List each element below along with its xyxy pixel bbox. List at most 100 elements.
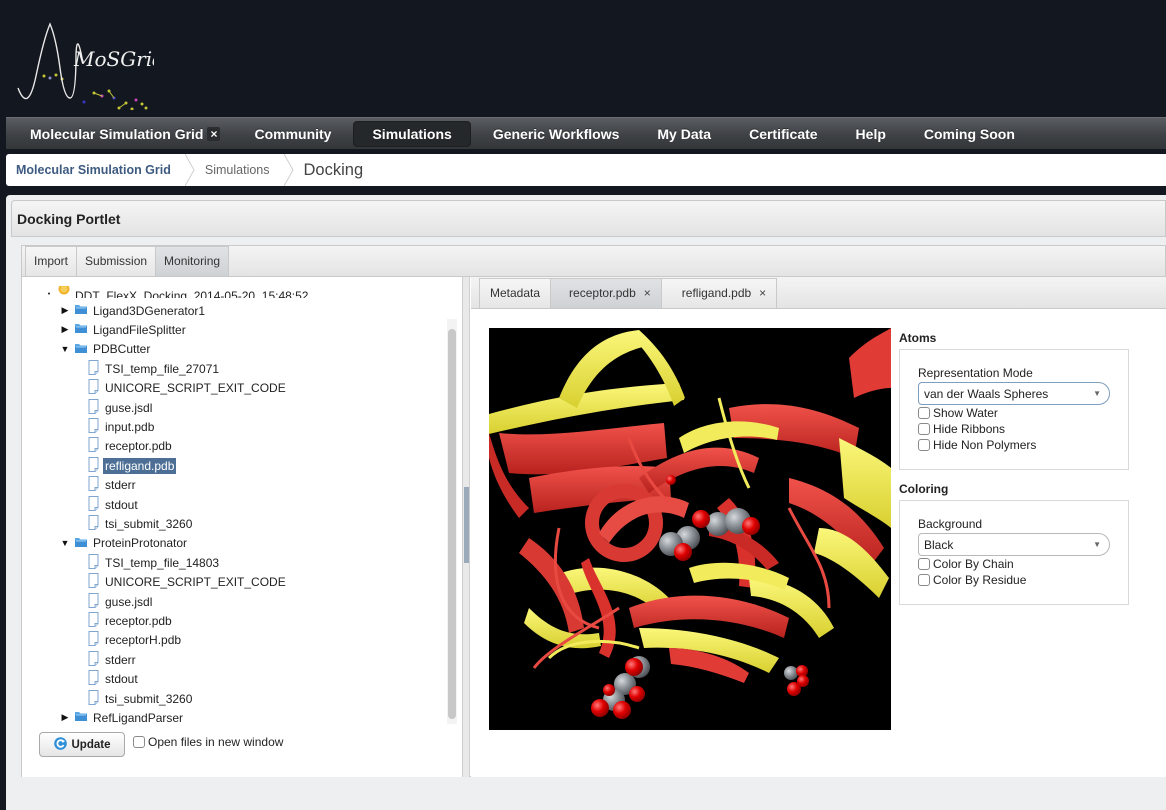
- portlet-title-text: Docking Portlet: [17, 210, 121, 227]
- nav-item-certificate[interactable]: Certificate: [737, 121, 829, 147]
- tree-file[interactable]: stdout: [88, 670, 140, 689]
- tree-scrollbar-thumb[interactable]: [448, 329, 456, 719]
- checkbox[interactable]: [133, 736, 145, 748]
- update-button-label: Update: [71, 738, 111, 751]
- tree-item-label: UNICORE_SCRIPT_EXIT_CODE: [105, 381, 286, 396]
- checkbox[interactable]: [918, 574, 930, 586]
- atoms-section-title: Atoms: [899, 331, 937, 345]
- tree-file[interactable]: UNICORE_SCRIPT_EXIT_CODE: [88, 379, 288, 398]
- tab-monitoring[interactable]: Monitoring: [156, 246, 230, 276]
- background-select[interactable]: Black ▼: [918, 533, 1110, 556]
- tree-scrollbar[interactable]: [447, 319, 457, 724]
- tree-file[interactable]: receptor.pdb: [88, 437, 174, 456]
- portlet-tab-strip: Import Submission Monitoring: [22, 246, 1165, 277]
- file-icon: [88, 670, 99, 688]
- tree-file[interactable]: receptor.pdb: [88, 611, 174, 630]
- checkbox[interactable]: [918, 558, 930, 570]
- tree-file[interactable]: tsi_submit_3260: [88, 514, 194, 533]
- nav-label: Certificate: [749, 125, 818, 142]
- tree-file[interactable]: input.pdb: [88, 417, 156, 436]
- expand-arrow-icon[interactable]: ▶: [60, 712, 70, 723]
- tree-item-label: tsi_submit_3260: [105, 516, 193, 531]
- file-icon: [88, 456, 99, 475]
- nav-item-help[interactable]: Help: [844, 121, 898, 147]
- tab-receptor-pdb[interactable]: receptor.pdb ×: [551, 278, 662, 308]
- file-icon: [88, 689, 99, 708]
- nav-item-molecular-simulation-grid[interactable]: Molecular Simulation Grid ×: [18, 121, 232, 147]
- tree-file[interactable]: stderr: [88, 476, 138, 495]
- nav-item-generic-workflows[interactable]: Generic Workflows: [481, 121, 632, 147]
- breadcrumb-current-label: Docking: [303, 160, 364, 179]
- tree-root-job[interactable]: • DDT_FlexX_Docking_2014-05-20_15:48:52: [44, 286, 310, 298]
- open-files-new-window-checkbox[interactable]: Open files in new window: [133, 735, 283, 749]
- tab-metadata[interactable]: Metadata: [479, 278, 552, 308]
- file-icon: [88, 495, 99, 514]
- breadcrumb-simulations[interactable]: Simulations: [195, 154, 284, 186]
- hide-ribbons-checkbox[interactable]: Hide Ribbons: [918, 421, 1128, 437]
- expanded-arrow-icon[interactable]: •: [44, 291, 54, 298]
- nav-item-community[interactable]: Community: [242, 121, 343, 147]
- folder-icon: [74, 303, 88, 318]
- tree-file[interactable]: guse.jsdl: [88, 398, 154, 417]
- tree-file[interactable]: TSI_temp_file_27071: [88, 359, 221, 378]
- breadcrumb-root-label: Molecular Simulation Grid: [16, 163, 171, 177]
- tree-file[interactable]: UNICORE_SCRIPT_EXIT_CODE: [88, 573, 288, 592]
- nav-item-simulations[interactable]: Simulations: [353, 120, 471, 147]
- tree-file[interactable]: TSI_temp_file_14803: [88, 553, 221, 572]
- color-by-chain-checkbox[interactable]: Color By Chain: [918, 556, 1128, 572]
- nav-label: Molecular Simulation Grid: [30, 125, 204, 142]
- tree-item-label-selected: refligand.pdb: [103, 457, 177, 474]
- nav-item-coming-soon[interactable]: Coming Soon: [912, 121, 1027, 147]
- breadcrumb-root[interactable]: Molecular Simulation Grid: [6, 154, 185, 186]
- tree-file[interactable]: refligand.pdb: [88, 456, 177, 475]
- expand-arrow-icon[interactable]: ▶: [60, 324, 70, 335]
- protein-render: [489, 328, 891, 719]
- folder-icon: [74, 342, 88, 357]
- tree-item-label: guse.jsdl: [105, 400, 153, 415]
- file-icon: [88, 379, 99, 397]
- checkbox[interactable]: [918, 407, 930, 419]
- file-viewer-panel: Metadata receptor.pdb × refligand.pdb ×: [471, 277, 1166, 777]
- tree-file[interactable]: stderr: [88, 650, 138, 669]
- update-button[interactable]: Update: [39, 732, 125, 757]
- tree-footer: Update Open files in new window: [39, 732, 283, 757]
- tab-submission[interactable]: Submission: [77, 246, 157, 276]
- nav-label: Simulations: [372, 125, 452, 142]
- show-water-checkbox[interactable]: Show Water: [918, 405, 1128, 421]
- tree-folder[interactable]: ▼ ProteinProtonator: [60, 534, 189, 553]
- tab-refligand-pdb[interactable]: refligand.pdb ×: [661, 278, 778, 308]
- expand-arrow-icon[interactable]: ▶: [60, 305, 70, 316]
- tree-file[interactable]: guse.jsdl: [88, 592, 154, 611]
- close-tab-icon[interactable]: ×: [644, 279, 651, 308]
- tree-folder[interactable]: ▶ RefLigandParser: [60, 708, 185, 727]
- hide-non-polymers-checkbox[interactable]: Hide Non Polymers: [918, 437, 1128, 453]
- checkbox[interactable]: [918, 423, 930, 435]
- tree-file[interactable]: stdout: [88, 495, 140, 514]
- tree-file[interactable]: receptorH.pdb: [88, 631, 183, 650]
- nav-item-my-data[interactable]: My Data: [645, 121, 723, 147]
- tab-import[interactable]: Import: [25, 246, 78, 276]
- splitter-grip[interactable]: [464, 487, 469, 563]
- collapse-arrow-icon[interactable]: ▼: [60, 538, 70, 548]
- representation-mode-select[interactable]: van der Waals Spheres ▼: [918, 382, 1110, 405]
- tree-folder[interactable]: ▶ LigandFileSplitter: [60, 320, 188, 339]
- tree-file[interactable]: tsi_submit_3260: [88, 689, 194, 708]
- mosgrid-logo[interactable]: MoSGrid: [14, 18, 165, 111]
- panel-splitter[interactable]: [462, 277, 470, 777]
- dropdown-caret-icon: ▼: [1093, 389, 1101, 398]
- collapse-arrow-icon[interactable]: ▼: [60, 344, 70, 354]
- color-by-residue-checkbox[interactable]: Color By Residue: [918, 572, 1128, 588]
- molecule-3d-canvas[interactable]: [489, 328, 891, 730]
- tree-item-label: receptor.pdb: [105, 613, 172, 628]
- checkbox[interactable]: [918, 439, 930, 451]
- close-icon[interactable]: ×: [207, 126, 221, 141]
- coloring-fieldset: Background Black ▼ Color By Chain Color …: [899, 500, 1129, 605]
- close-tab-icon[interactable]: ×: [759, 279, 766, 308]
- tree-folder[interactable]: ▶ Ligand3DGenerator1: [60, 301, 207, 320]
- tree-folder[interactable]: ▼ PDBCutter: [60, 340, 152, 359]
- file-icon: [88, 592, 99, 611]
- tree-item-label: stderr: [105, 652, 136, 667]
- checkbox-label: Hide Ribbons: [933, 422, 1006, 436]
- file-icon: [88, 437, 99, 455]
- coloring-section-title: Coloring: [899, 482, 949, 496]
